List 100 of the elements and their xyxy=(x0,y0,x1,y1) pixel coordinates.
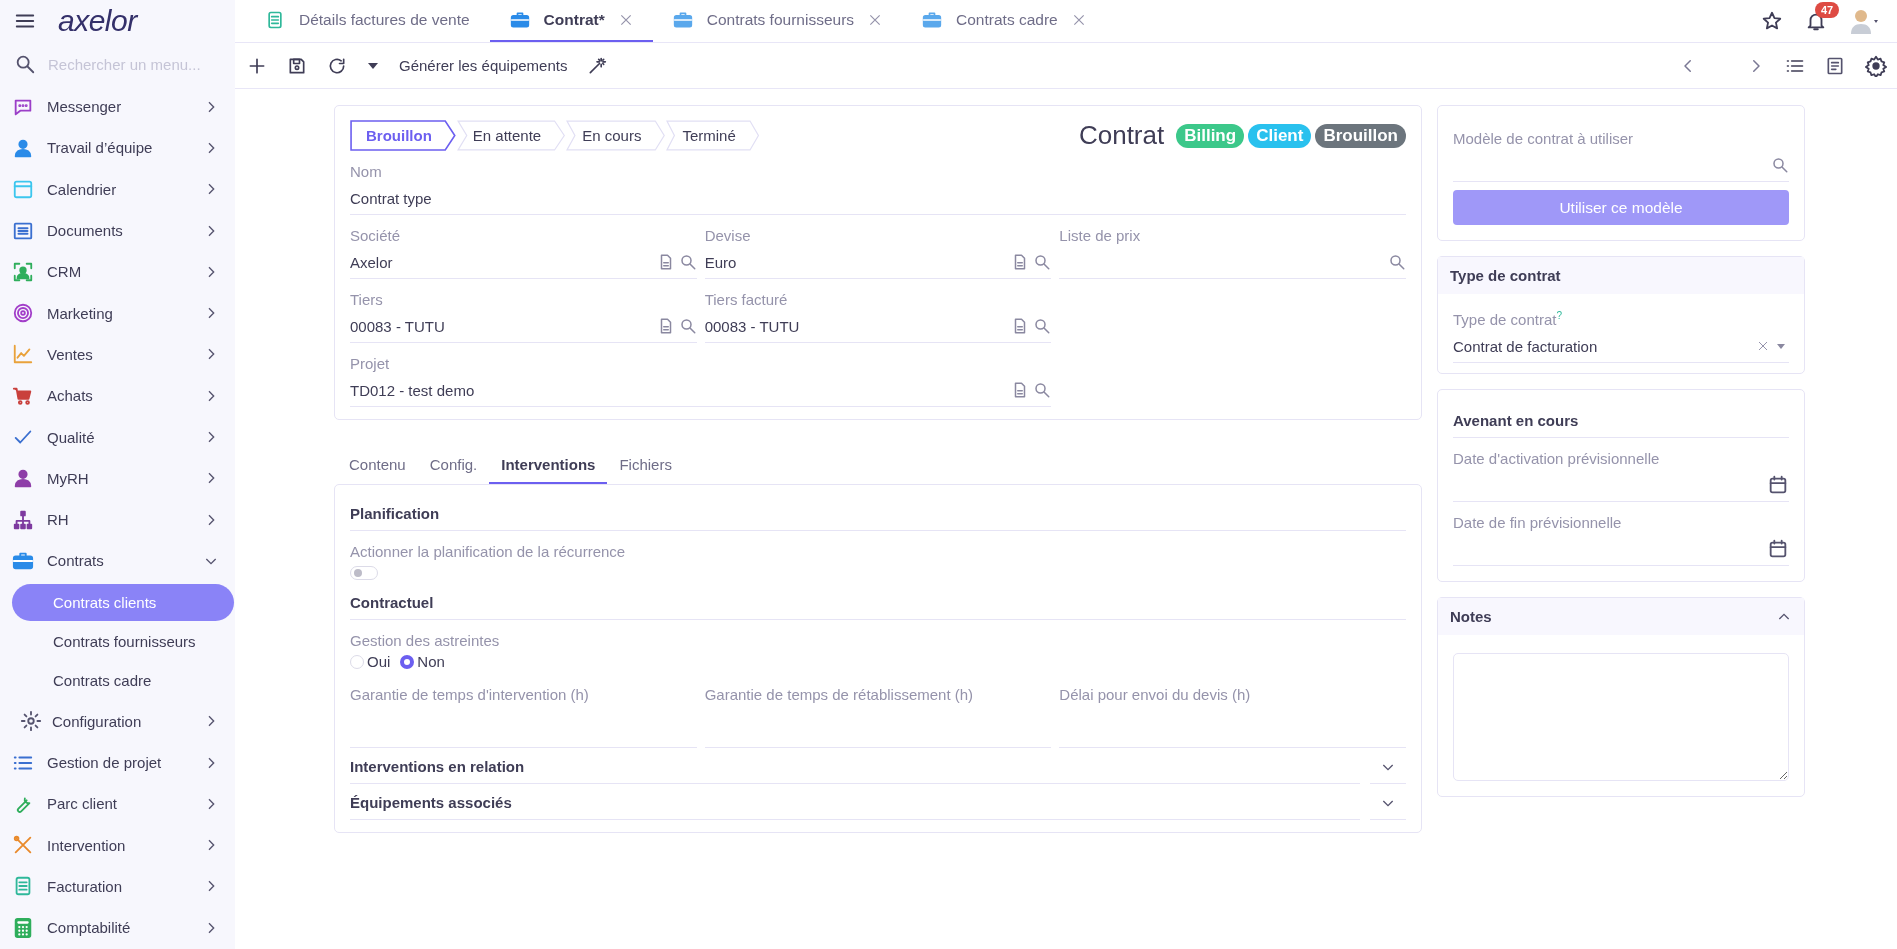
sidebar-item[interactable]: Contrats xyxy=(0,540,235,582)
radio-option[interactable]: Oui xyxy=(350,653,391,670)
status-tag: Brouillon xyxy=(1315,123,1406,148)
clear-icon[interactable] xyxy=(1757,340,1769,352)
panel-title: Type de contrat xyxy=(1450,267,1561,284)
section-title: Avenant en cours xyxy=(1453,402,1789,438)
lookup-field[interactable]: Euro xyxy=(704,244,1052,279)
field-label: Projet xyxy=(350,354,391,372)
sidebar-item[interactable]: Configuration xyxy=(0,700,235,742)
field-label: Date de fin prévisionnelle xyxy=(1453,513,1623,531)
sidebar-item[interactable]: Ventes xyxy=(0,333,235,376)
sidebar-item[interactable]: Comptabilité xyxy=(0,907,235,949)
section-title: Contractuel xyxy=(350,584,1406,620)
calendar-icon xyxy=(12,178,34,201)
search-icon xyxy=(1771,156,1789,174)
sidebar-item[interactable]: Gestion de projet xyxy=(0,741,235,784)
calculator-icon xyxy=(12,916,34,939)
calendar-icon xyxy=(1767,538,1789,560)
close-icon[interactable] xyxy=(1071,13,1086,27)
close-icon[interactable] xyxy=(618,13,633,27)
tab[interactable]: Contrats fournisseurs xyxy=(652,0,903,42)
field-label: Garantie de temps de rétablissement (h) xyxy=(704,685,975,703)
settings-icon xyxy=(1865,54,1887,77)
status-step[interactable]: Brouillon xyxy=(350,120,456,151)
field-label: Garantie de temps d'intervention (h) xyxy=(350,685,590,703)
caret-icon[interactable] xyxy=(367,61,379,70)
chart-icon xyxy=(12,343,34,366)
field-label: Date d'activation prévisionnelle xyxy=(1453,449,1661,467)
section-title: Équipements associés xyxy=(350,784,1360,820)
briefcase-icon xyxy=(509,10,530,30)
generate-button[interactable]: Générer les équipements xyxy=(399,57,568,74)
contact-icon xyxy=(12,260,34,283)
section-title: Interventions en relation xyxy=(350,748,1360,784)
sidebar-item[interactable]: Intervention xyxy=(0,824,235,866)
sidebar-subitem[interactable]: Contrats fournisseurs xyxy=(12,622,234,660)
radio-option[interactable]: Non xyxy=(400,653,445,670)
sidebar-item[interactable]: CRM xyxy=(0,251,235,293)
notification-badge: 47 xyxy=(1815,2,1840,18)
status-step[interactable]: En attente xyxy=(456,120,566,151)
form-title: Contrat xyxy=(1078,120,1165,151)
field-label: Société xyxy=(350,226,402,244)
logo: axelor xyxy=(58,4,137,38)
sidebar-item[interactable]: RH xyxy=(0,498,235,541)
sidebar-item[interactable]: Parc client xyxy=(0,783,235,825)
briefcase-icon xyxy=(922,10,943,30)
lookup-field[interactable]: 00083 - TUTU xyxy=(350,308,697,343)
search-icon xyxy=(1033,253,1052,271)
search-icon xyxy=(1033,317,1052,335)
form-view-icon xyxy=(1825,55,1845,76)
briefcase-icon xyxy=(672,10,693,30)
status-tag: Billing xyxy=(1176,123,1245,148)
gear-icon xyxy=(20,710,42,733)
sidebar-item[interactable]: Documents xyxy=(0,209,235,252)
sidebar-item[interactable]: MyRH xyxy=(0,457,235,499)
sidebar-item[interactable]: Qualité xyxy=(0,416,235,458)
close-icon[interactable] xyxy=(868,13,883,27)
search-icon xyxy=(1033,381,1052,399)
field-label: Nom xyxy=(350,162,383,180)
search-icon xyxy=(1388,253,1406,271)
tab[interactable]: Fichiers xyxy=(607,448,684,484)
status-step[interactable]: En cours xyxy=(566,120,666,151)
field-label: Gestion des astreintes xyxy=(350,631,501,649)
sidebar-item[interactable]: Facturation xyxy=(0,865,235,908)
field-label: Tiers xyxy=(350,290,384,308)
person-icon xyxy=(12,467,34,490)
field-label: Actionner la planification de la récurrence xyxy=(350,542,627,560)
field-label: Modèle de contrat à utiliser xyxy=(1453,129,1635,147)
search-icon xyxy=(14,53,36,75)
sidebar-item[interactable]: Travail d’équipe xyxy=(0,127,235,169)
panel-title: Notes xyxy=(1450,608,1492,625)
search-icon xyxy=(678,317,697,335)
tab[interactable]: Contrat* xyxy=(489,0,653,42)
status-tag: Client xyxy=(1248,123,1312,148)
tab[interactable]: Contenu xyxy=(337,448,418,484)
tab[interactable]: Détails factures de vente xyxy=(245,0,490,42)
field-label: Devise xyxy=(704,226,752,244)
select-field[interactable]: Contrat de facturation xyxy=(1453,328,1789,363)
document-icon xyxy=(265,10,285,30)
status-step[interactable]: Terminé xyxy=(666,120,760,151)
target-icon xyxy=(12,302,34,325)
field-label: Délai pour envoi du devis (h) xyxy=(1059,685,1252,703)
lookup-field[interactable]: Axelor xyxy=(350,244,697,279)
field-label: Liste de prix xyxy=(1059,226,1142,244)
tab[interactable]: Contrats cadre xyxy=(902,0,1106,42)
calendar-icon xyxy=(1767,474,1789,496)
name-field[interactable]: Contrat type xyxy=(350,180,1406,215)
sidebar-item[interactable]: Calendrier xyxy=(0,168,235,210)
lookup-field[interactable]: 00083 - TUTU xyxy=(704,308,1052,343)
sidebar-item[interactable]: Marketing xyxy=(0,292,235,334)
org-chart-icon xyxy=(12,508,34,531)
field-label: Type de contrat$^{?}$ xyxy=(1453,309,1563,328)
magic-wand-icon xyxy=(587,55,608,76)
notes-field[interactable] xyxy=(1453,653,1789,781)
lookup-field[interactable]: TD012 - test demo xyxy=(350,372,1052,407)
sidebar-item[interactable]: Messenger xyxy=(0,86,235,128)
tab[interactable]: Config. xyxy=(417,448,490,484)
star-icon xyxy=(1761,10,1783,32)
avatar-icon[interactable] xyxy=(1849,8,1879,34)
sidebar-subitem[interactable]: Contrats cadre xyxy=(12,661,234,699)
sidebar-item[interactable]: Achats xyxy=(0,375,235,417)
